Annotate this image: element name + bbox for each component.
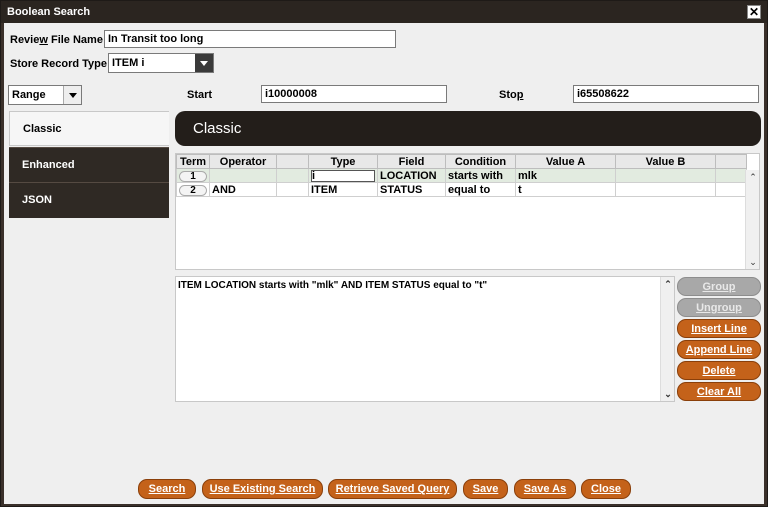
dialog-body: Review File Name: In Transit too long St… (4, 23, 764, 504)
grid-scrollbar[interactable]: ⌃ ⌄ (745, 170, 759, 269)
col-type: Type (308, 154, 378, 169)
search-button[interactable]: Search (138, 479, 196, 499)
operator-cell[interactable]: AND (209, 182, 277, 197)
value-b-cell[interactable] (615, 168, 716, 183)
chevron-down-icon[interactable]: ⌄ (748, 257, 758, 267)
append-line-button[interactable]: Append Line (677, 340, 761, 359)
retrieve-saved-query-button[interactable]: Retrieve Saved Query (328, 479, 457, 499)
field-cell[interactable]: LOCATION (377, 168, 446, 183)
save-button[interactable]: Save (463, 479, 508, 499)
col-condition: Condition (445, 154, 516, 169)
review-file-name-input[interactable]: In Transit too long (104, 30, 396, 48)
title-bar: Boolean Search ✕ (1, 1, 767, 23)
save-as-button[interactable]: Save As (514, 479, 576, 499)
start-label: Start (187, 89, 213, 101)
chevron-down-icon[interactable] (195, 54, 213, 72)
type-cell[interactable]: ITEM (308, 182, 378, 197)
section-header: Classic (175, 111, 761, 146)
col-value-b: Value B (615, 154, 716, 169)
store-record-type-label: Store Record Type: (10, 58, 111, 70)
value-a-cell[interactable]: t (515, 182, 616, 197)
chevron-up-icon[interactable]: ⌃ (748, 172, 758, 182)
operator-cell[interactable] (209, 168, 277, 183)
expression-textarea[interactable]: ITEM LOCATION starts with "mlk" AND ITEM… (175, 276, 675, 402)
condition-cell[interactable]: equal to (445, 182, 516, 197)
field-cell[interactable]: STATUS (377, 182, 446, 197)
col-spacer (276, 154, 309, 169)
range-mode-select[interactable]: Range (8, 85, 82, 105)
clear-all-button[interactable]: Clear All (677, 382, 761, 401)
col-operator: Operator (209, 154, 277, 169)
table-row[interactable]: 1 i LOCATION starts with mlk (176, 168, 747, 183)
tab-classic[interactable]: Classic (9, 111, 169, 146)
tab-json[interactable]: JSON (9, 182, 169, 218)
value-a-cell[interactable]: mlk (515, 168, 616, 183)
boolean-search-window: Boolean Search ✕ Review File Name: In Tr… (0, 0, 768, 507)
close-button[interactable]: Close (581, 479, 631, 499)
stop-input[interactable]: i65508622 (573, 85, 759, 103)
extra-cell (715, 182, 747, 197)
col-extra (715, 154, 747, 169)
stop-label: Stop (499, 89, 524, 101)
spacer-cell (276, 182, 309, 197)
spacer-cell (276, 168, 309, 183)
insert-line-button[interactable]: Insert Line (677, 319, 761, 338)
expression-text: ITEM LOCATION starts with "mlk" AND ITEM… (178, 280, 488, 291)
term-table: Term Operator Type Field Condition Value… (176, 154, 747, 197)
term-cell[interactable]: 1 (176, 168, 210, 183)
expression-scrollbar[interactable]: ⌃ ⌄ (660, 277, 674, 401)
store-record-type-select[interactable]: ITEM i (108, 53, 214, 73)
col-value-a: Value A (515, 154, 616, 169)
type-input[interactable]: i (311, 169, 375, 182)
extra-cell (715, 168, 747, 183)
review-file-name-label: Review File Name: (10, 34, 107, 46)
term-cell[interactable]: 2 (176, 182, 210, 197)
term-number[interactable]: 2 (179, 184, 207, 196)
window-title: Boolean Search (7, 6, 91, 18)
type-cell[interactable]: i (308, 168, 378, 183)
ungroup-button[interactable]: Ungroup (677, 298, 761, 317)
condition-cell[interactable]: starts with (445, 168, 516, 183)
group-button[interactable]: Group (677, 277, 761, 296)
chevron-down-icon[interactable] (63, 86, 81, 104)
range-mode-value: Range (12, 89, 46, 101)
tab-enhanced[interactable]: Enhanced (9, 147, 169, 182)
use-existing-search-button[interactable]: Use Existing Search (202, 479, 323, 499)
delete-button[interactable]: Delete (677, 361, 761, 380)
term-grid: Term Operator Type Field Condition Value… (175, 153, 760, 270)
col-term: Term (176, 154, 210, 169)
chevron-down-icon[interactable]: ⌄ (663, 389, 673, 399)
store-record-type-value: ITEM i (112, 57, 145, 69)
col-field: Field (377, 154, 446, 169)
value-b-cell[interactable] (615, 182, 716, 197)
table-row[interactable]: 2 AND ITEM STATUS equal to t (176, 182, 747, 197)
start-input[interactable]: i10000008 (261, 85, 447, 103)
term-number[interactable]: 1 (179, 170, 207, 182)
chevron-up-icon[interactable]: ⌃ (663, 279, 673, 289)
close-icon[interactable]: ✕ (747, 5, 761, 19)
